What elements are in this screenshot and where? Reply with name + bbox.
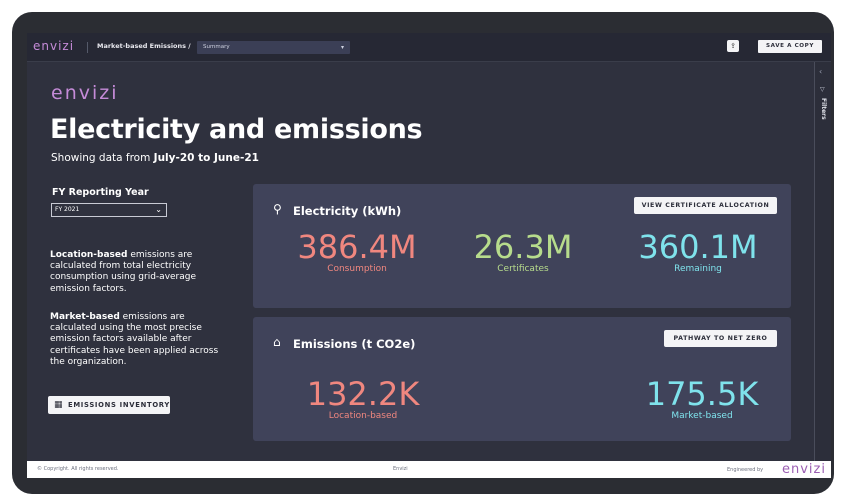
- emissions-card-title: Emissions (t CO2e): [293, 337, 416, 351]
- filters-label[interactable]: Filters: [820, 98, 827, 120]
- breadcrumb[interactable]: Market-based Emissions /: [97, 42, 191, 50]
- footer: © Copyright. All rights reserved. Envizi…: [27, 461, 831, 478]
- emissions-inventory-label: EMISSIONS INVENTORY: [68, 401, 170, 409]
- factory-icon: ⌂: [273, 335, 281, 349]
- metric-value: 360.1M: [638, 228, 758, 266]
- chevron-down-icon: ⌄: [155, 205, 162, 214]
- page-title: Electricity and emissions: [50, 114, 423, 145]
- metric-value: 26.3M: [473, 228, 573, 266]
- chevron-left-icon[interactable]: ‹: [819, 67, 822, 76]
- fy-label: FY Reporting Year: [52, 187, 149, 198]
- footer-center-text: Envizi: [393, 466, 408, 472]
- divider: [87, 42, 88, 53]
- remaining-metric: 360.1M Remaining: [633, 228, 763, 274]
- market-based-metric: 175.5K Market-based: [637, 375, 767, 421]
- app-logo[interactable]: envizi: [33, 39, 74, 53]
- market-bold: Market-based: [50, 312, 120, 322]
- subtitle-range: July-20 to June-21: [153, 152, 259, 164]
- certificates-metric: 26.3M Certificates: [463, 228, 583, 274]
- metric-value: 132.2K: [306, 375, 420, 413]
- save-a-copy-button[interactable]: SAVE A COPY: [758, 40, 822, 53]
- metric-value: 386.4M: [297, 228, 417, 266]
- electricity-card: ⚲ Electricity (kWh) VIEW CERTIFICATE ALL…: [253, 184, 791, 308]
- brand-logo: envizi: [51, 82, 119, 104]
- view-certificate-allocation-button[interactable]: VIEW CERTIFICATE ALLOCATION: [634, 197, 777, 214]
- grid-icon: ▦: [54, 400, 64, 410]
- top-bar: envizi Market-based Emissions / Summary …: [27, 33, 831, 62]
- dashboard-screen: envizi Market-based Emissions / Summary …: [27, 33, 831, 478]
- pathway-to-net-zero-button[interactable]: PATHWAY TO NET ZERO: [664, 330, 777, 347]
- location-based-metric: 132.2K Location-based: [293, 375, 433, 421]
- market-based-description: Market-based emissions are calculated us…: [50, 312, 220, 368]
- subtitle-prefix: Showing data from: [51, 152, 154, 164]
- emissions-inventory-button[interactable]: ▦ EMISSIONS INVENTORY: [48, 396, 170, 414]
- fy-select[interactable]: FY 2021 ⌄: [51, 203, 167, 217]
- view-select-value: Summary: [203, 44, 230, 50]
- copyright-text: © Copyright. All rights reserved.: [37, 466, 119, 472]
- chevron-down-icon: ▾: [340, 44, 344, 51]
- engineered-by-text: Engineered by: [727, 467, 764, 473]
- location-based-description: Location-based emissions are calculated …: [50, 250, 220, 295]
- emissions-card: ⌂ Emissions (t CO2e) PATHWAY TO NET ZERO…: [253, 317, 791, 441]
- view-select[interactable]: Summary ▾: [197, 41, 350, 54]
- metric-value: 175.5K: [645, 375, 759, 413]
- share-icon[interactable]: ⇪: [727, 40, 739, 52]
- footer-logo: envizi: [782, 462, 826, 477]
- report-content: envizi Electricity and emissions Showing…: [27, 62, 814, 462]
- consumption-metric: 386.4M Consumption: [287, 228, 427, 274]
- filter-icon: ▽: [820, 86, 825, 93]
- electricity-card-title: Electricity (kWh): [293, 204, 402, 218]
- filters-panel[interactable]: ‹ ▽ Filters: [814, 62, 831, 478]
- location-bold: Location-based: [50, 250, 128, 260]
- lightbulb-icon: ⚲: [273, 202, 282, 216]
- page-subtitle: Showing data from July-20 to June-21: [51, 152, 259, 164]
- fy-select-value: FY 2021: [55, 206, 80, 213]
